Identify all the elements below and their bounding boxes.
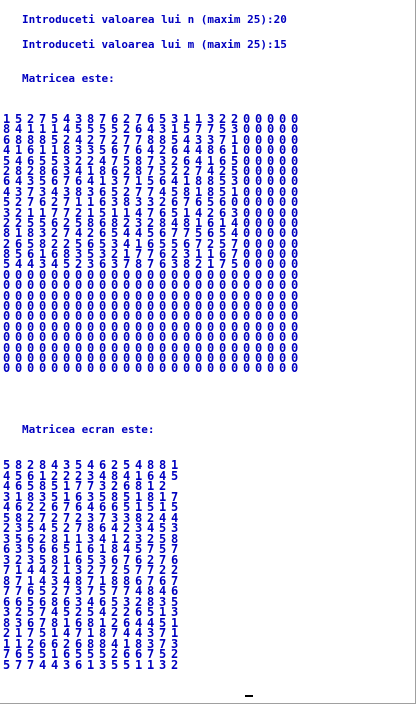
matrix-cell: 0 [159,361,167,376]
matrix-cell: 3 [99,657,107,672]
matrix-cell: 0 [3,361,11,376]
matrix-cell: 0 [207,361,215,376]
matrix-cell: 4 [51,657,59,672]
matrix-cell: 5 [3,657,11,672]
matrix-cell: 0 [27,361,35,376]
matrix-cell: 0 [171,361,179,376]
matrix-cell: 0 [291,361,299,376]
matrix-cell: 1 [147,657,155,672]
matrix-cell: 7 [15,657,23,672]
matrix-grid: 1527543876276531132200000841114555526431… [3,113,303,376]
matrix-cell: 3 [63,657,71,672]
matrix-cell: 0 [15,361,23,376]
matrix-cell: 5 [111,657,119,672]
matrix-cell: 0 [183,361,191,376]
matrix-cell: 5 [171,468,179,483]
matrix-cell: 5 [123,657,131,672]
matrix-cell: 0 [123,361,131,376]
matrix-title: Matricea este: [22,72,115,85]
matrix-cell: 7 [27,657,35,672]
matrix-cell: 0 [51,361,59,376]
matrix-cell: 0 [195,361,203,376]
matrix-cell: 0 [255,361,263,376]
matrix-cell: 4 [39,657,47,672]
screen-matrix-title: Matricea ecran este: [22,423,155,436]
matrix-cell: 0 [135,361,143,376]
matrix-cell: 1 [135,657,143,672]
matrix-cell: 0 [147,361,155,376]
matrix-cell: 0 [75,361,83,376]
matrix-cell: 0 [87,361,95,376]
matrix-cell: 0 [39,361,47,376]
matrix-cell: 0 [111,361,119,376]
matrix-cell: 0 [231,361,239,376]
text-cursor [245,695,253,697]
matrix-cell: 3 [159,657,167,672]
console-window: Introduceti valoarea lui n (maxim 25):20… [0,0,416,704]
matrix-cell: 0 [279,361,287,376]
prompt-n-line: Introduceti valoarea lui n (maxim 25):20 [22,13,287,26]
matrix-cell: 0 [63,361,71,376]
screen-matrix-grid: 5828435462548814561222348416454658517732… [3,459,183,672]
matrix-cell: 0 [243,361,251,376]
matrix-cell: 6 [75,657,83,672]
matrix-cell: 1 [87,657,95,672]
matrix-cell: 0 [99,361,107,376]
matrix-cell: 0 [267,361,275,376]
matrix-row: 577443613551132 [3,657,183,672]
matrix-cell: 0 [219,361,227,376]
matrix-cell: 2 [171,657,179,672]
matrix-row: 0000000000000000000000000 [3,361,303,376]
prompt-m-line: Introduceti valoarea lui m (maxim 25):15 [22,38,287,51]
